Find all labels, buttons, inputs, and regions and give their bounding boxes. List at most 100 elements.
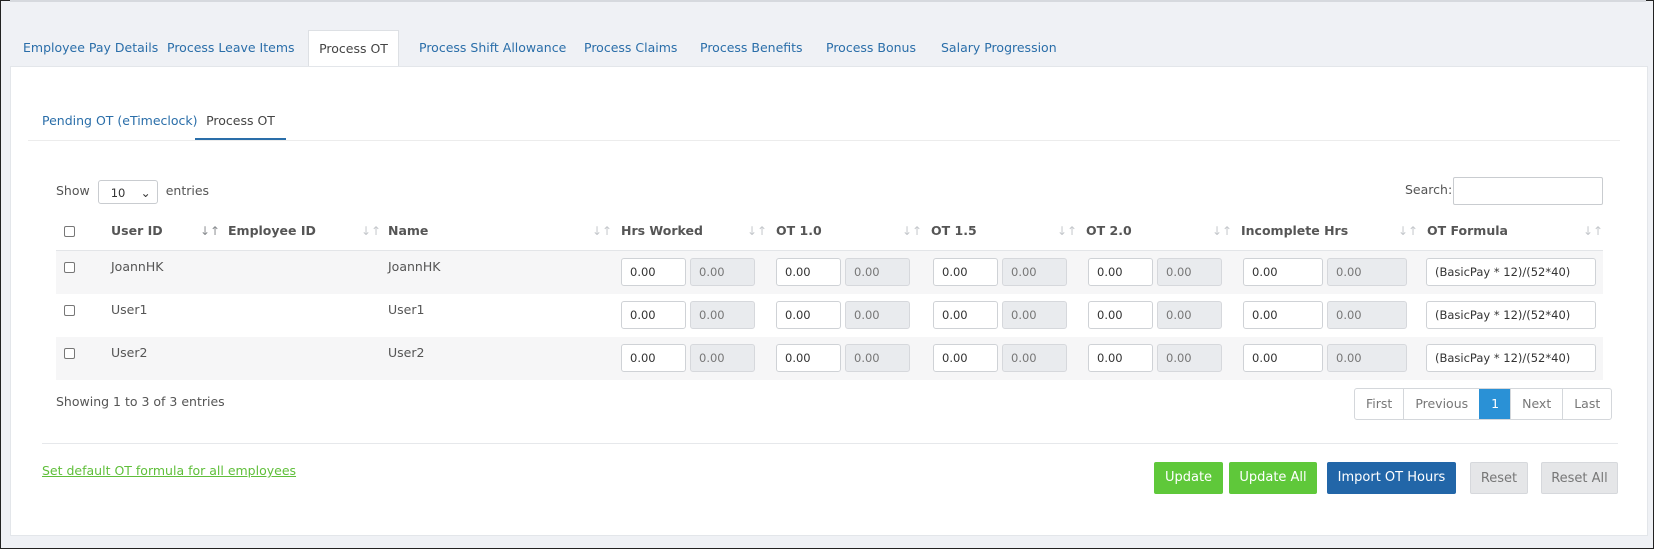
sort-icon: ↓↑ (1583, 224, 1604, 238)
hrs-worked-input[interactable]: 0.00 (621, 258, 686, 286)
page-1-button[interactable]: 1 (1479, 389, 1511, 419)
col-ot-2-0[interactable]: OT 2.0 (1086, 216, 1132, 250)
table-info: Showing 1 to 3 of 3 entries (56, 394, 225, 409)
incomplete-hrs-total: 0.00 (1327, 344, 1407, 372)
ot-1-0-input[interactable]: 0.00 (776, 258, 841, 286)
table-row: User2 User2 0.00 0.00 0.00 0.00 0.00 0.0… (56, 337, 1603, 380)
ot-2-0-input[interactable]: 0.00 (1088, 301, 1153, 329)
tab-process-claims[interactable]: Process Claims (584, 30, 677, 66)
hrs-worked-total: 0.00 (690, 258, 755, 286)
tab-process-benefits[interactable]: Process Benefits (700, 30, 803, 66)
show-label: Show (56, 183, 90, 198)
col-ot-1-0[interactable]: OT 1.0 (776, 216, 822, 250)
user-id-cell: User1 (111, 302, 148, 317)
subtab-pending-ot[interactable]: Pending OT (eTimeclock) (42, 104, 198, 138)
col-ot-1-5[interactable]: OT 1.5 (931, 216, 977, 250)
sort-icon: ↓↑ (361, 224, 382, 238)
row-checkbox[interactable] (64, 262, 75, 273)
col-hrs-worked[interactable]: Hrs Worked (621, 216, 703, 250)
main-tab-bar: Employee Pay Details Process Leave Items… (10, 30, 1646, 68)
sort-icon: ↓↑ (1057, 224, 1078, 238)
top-divider (10, 0, 1646, 2)
ot-formula-input[interactable]: (BasicPay * 12)/(52*40) (1426, 301, 1596, 329)
col-name[interactable]: Name (388, 216, 428, 250)
tab-process-shift-allowance[interactable]: Process Shift Allowance (419, 30, 566, 66)
table-header: User ID ↓↑ Employee ID ↓↑ Name ↓↑ Hrs Wo… (56, 216, 1603, 251)
hrs-worked-total: 0.00 (690, 344, 755, 372)
ot-1-5-total: 0.00 (1002, 258, 1067, 286)
page-next-button[interactable]: Next (1510, 389, 1562, 419)
name-cell: User2 (388, 345, 425, 360)
footer-divider (42, 443, 1618, 444)
name-cell: JoannHK (388, 259, 441, 274)
ot-1-5-input[interactable]: 0.00 (933, 301, 998, 329)
ot-1-5-input[interactable]: 0.00 (933, 344, 998, 372)
name-cell: User1 (388, 302, 425, 317)
ot-1-0-input[interactable]: 0.00 (776, 301, 841, 329)
ot-2-0-total: 0.00 (1157, 301, 1222, 329)
col-incomplete-hrs[interactable]: Incomplete Hrs (1241, 216, 1348, 250)
search-label: Search: (1405, 182, 1453, 197)
hrs-worked-input[interactable]: 0.00 (621, 301, 686, 329)
tab-salary-progression[interactable]: Salary Progression (941, 30, 1057, 66)
sort-icon: ↓↑ (1398, 224, 1419, 238)
entries-length-control: Show 10 ⌄ entries (56, 178, 209, 204)
tab-employee-pay-details[interactable]: Employee Pay Details (23, 30, 158, 66)
tab-process-leave-items[interactable]: Process Leave Items (167, 30, 295, 66)
user-id-cell: User2 (111, 345, 148, 360)
ot-formula-input[interactable]: (BasicPay * 12)/(52*40) (1426, 258, 1596, 286)
chevron-down-icon: ⌄ (140, 185, 151, 200)
ot-1-5-input[interactable]: 0.00 (933, 258, 998, 286)
hrs-worked-input[interactable]: 0.00 (621, 344, 686, 372)
search-input[interactable] (1453, 177, 1603, 205)
incomplete-hrs-input[interactable]: 0.00 (1243, 301, 1323, 329)
ot-1-0-total: 0.00 (845, 258, 910, 286)
sort-icon: ↓↑ (592, 224, 613, 238)
col-employee-id[interactable]: Employee ID (228, 216, 316, 250)
reset-all-button[interactable]: Reset All (1541, 462, 1618, 494)
entries-select[interactable]: 10 ⌄ (97, 179, 158, 204)
subtab-process-ot[interactable]: Process OT (195, 104, 286, 140)
ot-2-0-total: 0.00 (1157, 258, 1222, 286)
tab-process-bonus[interactable]: Process Bonus (826, 30, 916, 66)
ot-1-5-total: 0.00 (1002, 301, 1067, 329)
select-all-checkbox[interactable] (64, 226, 75, 237)
incomplete-hrs-input[interactable]: 0.00 (1243, 258, 1323, 286)
sort-icon: ↓↑ (1212, 224, 1233, 238)
pagination: First Previous 1 Next Last (1354, 388, 1613, 420)
ot-2-0-total: 0.00 (1157, 344, 1222, 372)
reset-button[interactable]: Reset (1470, 462, 1528, 494)
ot-2-0-input[interactable]: 0.00 (1088, 258, 1153, 286)
table-row: JoannHK JoannHK 0.00 0.00 0.00 0.00 0.00… (56, 251, 1603, 294)
update-all-button[interactable]: Update All (1229, 462, 1317, 494)
tab-process-ot[interactable]: Process OT (308, 30, 399, 68)
ot-1-0-input[interactable]: 0.00 (776, 344, 841, 372)
page-previous-button[interactable]: Previous (1403, 389, 1479, 419)
entries-label: entries (165, 183, 210, 198)
row-checkbox[interactable] (64, 305, 75, 316)
incomplete-hrs-total: 0.00 (1327, 301, 1407, 329)
import-ot-hours-button[interactable]: Import OT Hours (1327, 462, 1456, 494)
row-checkbox[interactable] (64, 348, 75, 359)
entries-select-value: 10 (110, 185, 126, 200)
sort-icon: ↓↑ (747, 224, 768, 238)
sort-icon: ↓↑ (902, 224, 923, 238)
user-id-cell: JoannHK (111, 259, 164, 274)
col-user-id[interactable]: User ID (111, 216, 163, 250)
ot-formula-input[interactable]: (BasicPay * 12)/(52*40) (1426, 344, 1596, 372)
incomplete-hrs-input[interactable]: 0.00 (1243, 344, 1323, 372)
sort-asc-icon: ↓↑ (200, 224, 221, 238)
ot-1-0-total: 0.00 (845, 344, 910, 372)
col-ot-formula[interactable]: OT Formula (1427, 216, 1508, 250)
page-first-button[interactable]: First (1355, 389, 1403, 419)
set-default-formula-link[interactable]: Set default OT formula for all employees (42, 463, 296, 478)
subtab-divider (28, 140, 1620, 141)
table-row: User1 User1 0.00 0.00 0.00 0.00 0.00 0.0… (56, 294, 1603, 337)
hrs-worked-total: 0.00 (690, 301, 755, 329)
incomplete-hrs-total: 0.00 (1327, 258, 1407, 286)
ot-1-0-total: 0.00 (845, 301, 910, 329)
ot-2-0-input[interactable]: 0.00 (1088, 344, 1153, 372)
page-last-button[interactable]: Last (1562, 389, 1611, 419)
update-button[interactable]: Update (1154, 462, 1223, 494)
ot-1-5-total: 0.00 (1002, 344, 1067, 372)
